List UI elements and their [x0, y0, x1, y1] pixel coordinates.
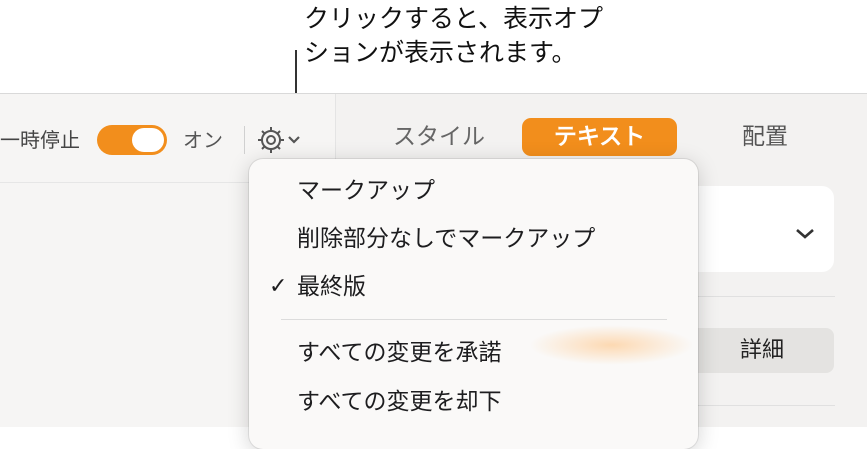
toolbar-divider	[244, 126, 245, 154]
view-options-button[interactable]	[256, 123, 312, 157]
sidebar-divider-lower	[690, 405, 835, 406]
callout-line-2: ションが表示されます。	[304, 38, 577, 67]
menu-item-reject-all[interactable]: すべての変更を却下	[249, 380, 698, 424]
pause-tracking-label: 一時停止	[0, 128, 80, 152]
track-changes-toggle[interactable]	[97, 125, 167, 155]
menu-item-accept-all[interactable]: すべての変更を承諾	[249, 331, 698, 375]
menu-item-label: すべての変更を却下	[297, 389, 502, 415]
menu-item-label: すべての変更を承諾	[297, 340, 502, 366]
menu-item-label: マークアップ	[297, 178, 435, 204]
tab-arrange[interactable]: 配置	[720, 118, 810, 156]
callout-line-1: クリックすると、表示オプ	[304, 4, 604, 33]
style-chevron-down-icon[interactable]	[792, 225, 818, 243]
view-options-menu: マークアップ 削除部分なしでマークアップ ✓ 最終版 すべての変更を承諾 すべて…	[249, 159, 698, 449]
toggle-knob	[132, 128, 164, 152]
menu-item-label: 最終版	[297, 274, 366, 300]
tab-text[interactable]: テキスト	[522, 118, 677, 156]
menu-divider	[281, 319, 667, 320]
callout-text: クリックすると、表示オプ ションが表示されます。	[304, 2, 603, 70]
gear-icon	[258, 127, 284, 153]
menu-item-markup[interactable]: マークアップ	[249, 169, 698, 213]
tab-style[interactable]: スタイル	[384, 118, 494, 156]
checkmark-icon: ✓	[269, 274, 288, 299]
chevron-down-icon	[288, 136, 300, 144]
toggle-on-label: オン	[183, 128, 223, 152]
menu-item-label: 削除部分なしでマークアップ	[297, 226, 596, 252]
menu-item-final[interactable]: ✓ 最終版	[249, 265, 698, 309]
menu-item-markup-without-deletions[interactable]: 削除部分なしでマークアップ	[249, 217, 698, 261]
details-button[interactable]: 詳細	[690, 328, 834, 373]
